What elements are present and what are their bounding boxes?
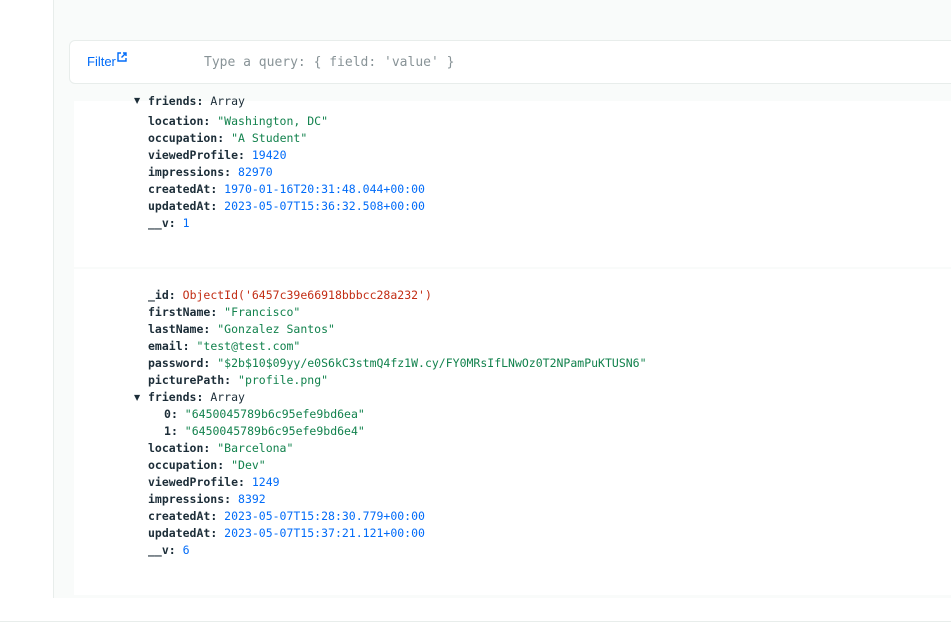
field-updatedAt: updatedAt: 2023-05-07T15:36:32.508+00:00 bbox=[148, 199, 425, 213]
field-friends: friends: Array bbox=[148, 390, 245, 404]
array-item: 0: "6450045789b6c95efe9bd6ea" bbox=[164, 407, 365, 421]
field-version: __v: 6 bbox=[148, 543, 190, 557]
collapse-caret-icon[interactable]: ▼ bbox=[134, 393, 144, 402]
expand-caret-icon[interactable]: ▼ bbox=[134, 96, 144, 105]
document-card: ▼ friends: Array location: "Washington, … bbox=[74, 94, 951, 267]
field-viewedProfile: viewedProfile: 19420 bbox=[148, 148, 287, 162]
field-friends: friends: Array bbox=[148, 94, 245, 108]
field-firstName: firstName: "Francisco" bbox=[148, 305, 301, 319]
field-version: __v: 1 bbox=[148, 216, 190, 230]
field-createdAt: createdAt: 1970-01-16T20:31:48.044+00:00 bbox=[148, 182, 425, 196]
field-password: password: "$2b$10$09yy/e0S6kC3stmQ4fz1W.… bbox=[148, 356, 647, 370]
field-picturePath: picturePath: "profile.png" bbox=[148, 373, 329, 387]
filter-label: Filter bbox=[87, 54, 116, 69]
external-link-icon bbox=[117, 52, 127, 62]
left-gutter bbox=[0, 0, 54, 598]
query-input[interactable] bbox=[204, 51, 904, 73]
field-impressions: impressions: 8392 bbox=[148, 492, 266, 506]
documents-panel: Filter ▼ friends: Array location: "Washi… bbox=[54, 0, 951, 598]
field-updatedAt: updatedAt: 2023-05-07T15:37:21.121+00:00 bbox=[148, 526, 425, 540]
field-viewedProfile: viewedProfile: 1249 bbox=[148, 475, 280, 489]
filter-bar: Filter bbox=[69, 40, 951, 84]
filter-link[interactable]: Filter bbox=[87, 52, 127, 69]
document-card: _id: ObjectId('6457c39e66918bbbcc28a232'… bbox=[74, 269, 951, 595]
field-occupation: occupation: "A Student" bbox=[148, 131, 308, 145]
field-location: location: "Barcelona" bbox=[148, 441, 294, 455]
field-email: email: "test@test.com" bbox=[148, 339, 301, 353]
field-impressions: impressions: 82970 bbox=[148, 165, 273, 179]
field-id: _id: ObjectId('6457c39e66918bbbcc28a232'… bbox=[148, 288, 432, 302]
divider bbox=[0, 621, 951, 622]
field-location: location: "Washington, DC" bbox=[148, 114, 329, 128]
field-createdAt: createdAt: 2023-05-07T15:28:30.779+00:00 bbox=[148, 509, 425, 523]
array-item: 1: "6450045789b6c95efe9bd6e4" bbox=[164, 424, 365, 438]
field-occupation: occupation: "Dev" bbox=[148, 458, 266, 472]
field-lastName: lastName: "Gonzalez Santos" bbox=[148, 322, 335, 336]
